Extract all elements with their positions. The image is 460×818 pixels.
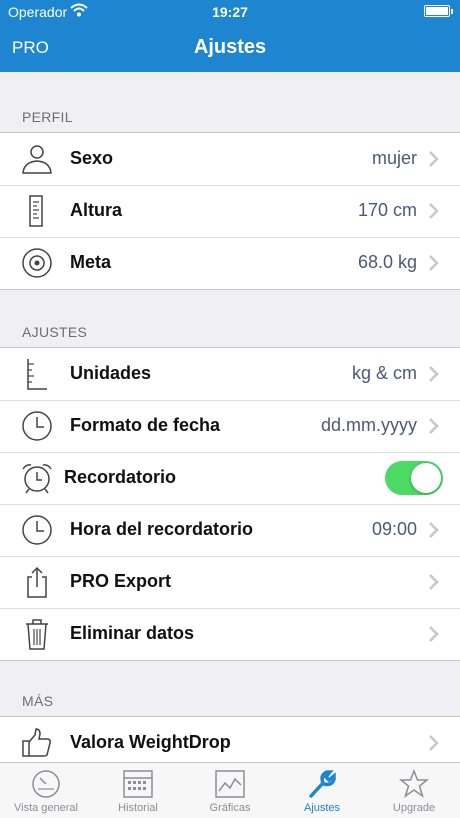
tab-label: Gráficas	[209, 802, 251, 814]
clock-icon	[22, 515, 52, 545]
tab-label: Historial	[118, 802, 158, 814]
tab-label: Upgrade	[392, 802, 436, 814]
row-value: 170 cm	[357, 200, 417, 220]
section-header-mas: MÁS	[22, 693, 54, 709]
wrench-icon	[309, 770, 336, 798]
chevron-right-icon	[429, 626, 439, 642]
row-label: Sexo	[70, 148, 114, 168]
row-label: Unidades	[70, 363, 152, 383]
target-icon	[22, 248, 52, 278]
chevron-right-icon	[429, 574, 439, 590]
row-recordatorio: Recordatorio	[0, 452, 460, 504]
ruler-icon	[27, 359, 47, 390]
height-ruler-icon	[29, 195, 43, 227]
status-bar: Operador 19:27	[0, 0, 460, 24]
thumbs-up-icon	[22, 728, 51, 757]
page-title: Ajustes	[193, 36, 267, 58]
chart-icon	[215, 770, 245, 798]
group-mas: Valora WeightDrop	[0, 716, 460, 762]
row-label: Valora WeightDrop	[70, 732, 231, 752]
row-label: Meta	[70, 252, 112, 272]
row-altura[interactable]: Altura 170 cm	[0, 185, 460, 237]
trash-icon	[26, 619, 48, 650]
chevron-right-icon	[429, 366, 439, 382]
row-sexo[interactable]: Sexo mujer	[0, 133, 460, 185]
chevron-right-icon	[429, 203, 439, 219]
chevron-right-icon	[429, 255, 439, 271]
tab-bar: Vista general Historial Gráficas Ajustes…	[0, 762, 460, 818]
tab-graficas[interactable]: Gráficas	[184, 763, 276, 818]
row-label: Hora del recordatorio	[70, 519, 254, 539]
section-header-perfil: PERFIL	[22, 109, 73, 125]
section-header-ajustes: AJUSTES	[22, 324, 88, 340]
alarm-clock-icon	[22, 464, 52, 494]
tab-vista-general[interactable]: Vista general	[0, 763, 92, 818]
chevron-right-icon	[429, 418, 439, 434]
toggle-knob	[411, 463, 441, 493]
gauge-icon	[32, 770, 60, 798]
tab-upgrade[interactable]: Upgrade	[368, 763, 460, 818]
tab-label: Vista general	[13, 802, 78, 814]
row-formato-fecha[interactable]: Formato de fecha dd.mm.yyyy	[0, 400, 460, 452]
row-value: 09:00	[371, 519, 417, 539]
group-perfil: Sexo mujer Altura 170 cm Meta 68.0 kg	[0, 132, 460, 290]
row-meta[interactable]: Meta 68.0 kg	[0, 237, 460, 289]
tab-label: Ajustes	[303, 802, 341, 814]
clock-icon	[22, 411, 52, 441]
navigation-bar: PRO Ajustes	[0, 24, 460, 72]
row-pro-export[interactable]: PRO Export	[0, 556, 460, 608]
clock-time: 19:27	[212, 4, 248, 20]
calendar-icon	[123, 770, 153, 798]
row-hora-recordatorio[interactable]: Hora del recordatorio 09:00	[0, 504, 460, 556]
group-ajustes: Unidades kg & cm Formato de fecha dd.mm.…	[0, 347, 460, 661]
chevron-right-icon	[429, 735, 439, 751]
row-label: PRO Export	[70, 571, 172, 591]
chevron-right-icon	[429, 151, 439, 167]
header-bar: Operador 19:27 PRO Ajustes	[0, 0, 460, 72]
row-value: 68.0 kg	[357, 252, 417, 272]
row-value: mujer	[371, 148, 417, 168]
battery-icon	[424, 5, 453, 17]
tab-historial[interactable]: Historial	[92, 763, 184, 818]
tab-ajustes[interactable]: Ajustes	[276, 763, 368, 818]
row-label: Altura	[70, 200, 123, 220]
row-value: dd.mm.yyyy	[320, 415, 417, 435]
chevron-right-icon	[429, 522, 439, 538]
row-valora[interactable]: Valora WeightDrop	[0, 717, 460, 762]
row-value: kg & cm	[351, 363, 417, 383]
row-label: Formato de fecha	[70, 415, 221, 435]
person-icon	[22, 145, 52, 174]
row-unidades[interactable]: Unidades kg & cm	[0, 348, 460, 400]
row-eliminar-datos[interactable]: Eliminar datos	[0, 608, 460, 660]
star-icon	[398, 769, 430, 798]
row-label: Eliminar datos	[70, 623, 195, 643]
share-icon	[27, 566, 47, 598]
row-label: Recordatorio	[64, 467, 177, 487]
recordatorio-toggle[interactable]	[385, 461, 443, 495]
